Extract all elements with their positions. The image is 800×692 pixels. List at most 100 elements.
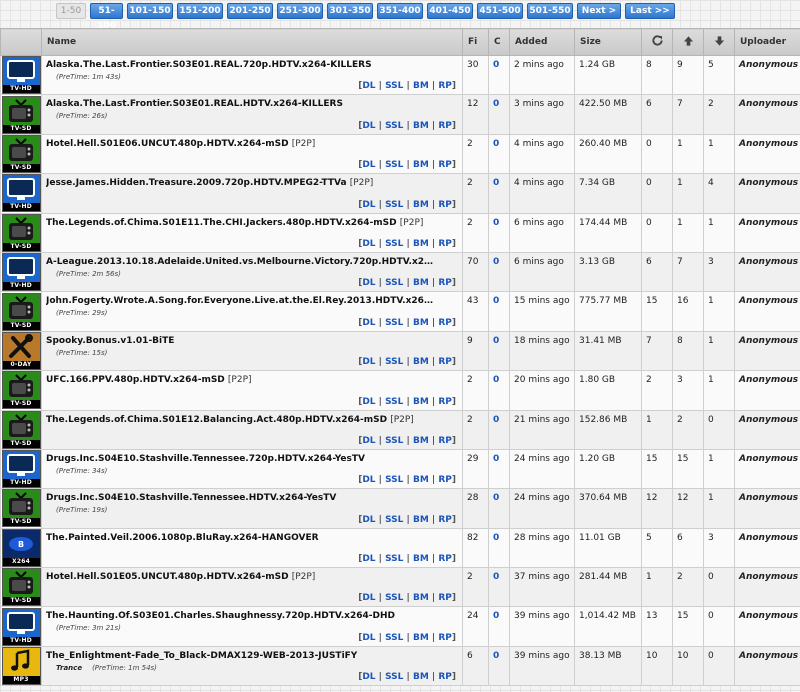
ssl-download-link[interactable]: SSL <box>385 397 403 407</box>
download-link[interactable]: DL <box>362 239 375 249</box>
download-link[interactable]: DL <box>362 436 375 446</box>
torrent-name[interactable]: UFC.166.PPV.480p.HDTV.x264-mSD <box>46 375 225 385</box>
torrent-name[interactable]: Spooky.Bonus.v1.01-BiTE <box>46 336 174 346</box>
torrent-name-link[interactable]: The.Painted.Veil.2006.1080p.BluRay.x264-… <box>46 533 436 543</box>
ssl-download-link[interactable]: SSL <box>385 515 403 525</box>
download-link[interactable]: DL <box>362 554 375 564</box>
torrent-name[interactable]: Jesse.James.Hidden.Treasure.2009.720p.HD… <box>46 178 347 188</box>
last-page-button[interactable]: Last >> <box>625 3 675 19</box>
comments-count[interactable]: 0 <box>488 488 510 529</box>
tv-sd-icon[interactable]: TV-SD <box>1 134 41 173</box>
comments-count[interactable]: 0 <box>488 370 510 411</box>
comments-count[interactable]: 0 <box>488 567 510 608</box>
report-link[interactable]: RP <box>438 81 452 91</box>
name-column-header[interactable]: Name <box>41 28 463 56</box>
comments-count[interactable]: 0 <box>488 409 510 450</box>
ssl-download-link[interactable]: SSL <box>385 239 403 249</box>
bookmark-link[interactable]: BM <box>413 278 429 288</box>
comments-count[interactable]: 0 <box>488 212 510 253</box>
report-link[interactable]: RP <box>438 436 452 446</box>
files-count[interactable]: 6 <box>462 645 489 687</box>
ssl-download-link[interactable]: SSL <box>385 318 403 328</box>
tv-sd-icon[interactable]: TV-SD <box>1 95 41 134</box>
report-link[interactable]: RP <box>438 318 452 328</box>
files-count[interactable]: 2 <box>462 370 489 411</box>
bookmark-link[interactable]: BM <box>413 397 429 407</box>
comments-count[interactable]: 0 <box>488 645 510 687</box>
tv-hd-icon[interactable]: TV-HD <box>1 253 41 292</box>
files-count[interactable]: 9 <box>462 330 489 372</box>
files-count[interactable]: 2 <box>462 567 489 608</box>
bookmark-link[interactable]: BM <box>413 515 429 525</box>
report-link[interactable]: RP <box>438 397 452 407</box>
files-count[interactable]: 24 <box>462 606 489 647</box>
torrent-name[interactable]: The.Legends.of.Chima.S01E11.The.CHI.Jack… <box>46 218 397 228</box>
report-link[interactable]: RP <box>438 475 452 485</box>
bookmark-link[interactable]: BM <box>413 672 429 682</box>
page-link-401-450[interactable]: 401-450 <box>427 3 473 19</box>
files-column-header[interactable]: Fi <box>462 28 489 56</box>
bookmark-link[interactable]: BM <box>413 121 429 131</box>
bluray-icon[interactable]: B X264 <box>1 528 41 567</box>
torrent-name[interactable]: The_Enlightment-Fade_To_Black-DMAX129-WE… <box>46 651 357 661</box>
files-count[interactable]: 2 <box>462 409 489 450</box>
bookmark-link[interactable]: BM <box>413 81 429 91</box>
comments-count[interactable]: 0 <box>488 448 510 490</box>
torrent-name-link[interactable]: Spooky.Bonus.v1.01-BiTE <box>46 336 436 346</box>
ssl-download-link[interactable]: SSL <box>385 554 403 564</box>
bookmark-link[interactable]: BM <box>413 318 429 328</box>
tv-sd-icon[interactable]: TV-SD <box>1 568 41 607</box>
torrent-name[interactable]: The.Haunting.Of.S03E01.Charles.Shaughnes… <box>46 611 395 621</box>
torrent-name-link[interactable]: Drugs.Inc.S04E10.Stashville.Tennessee.72… <box>46 454 436 464</box>
comments-count[interactable]: 0 <box>488 251 510 293</box>
report-link[interactable]: RP <box>438 200 452 210</box>
files-count[interactable]: 43 <box>462 291 489 332</box>
torrent-name[interactable]: The.Painted.Veil.2006.1080p.BluRay.x264-… <box>46 533 319 543</box>
tv-hd-icon[interactable]: TV-HD <box>1 56 41 95</box>
report-link[interactable]: RP <box>438 593 452 603</box>
tv-sd-icon[interactable]: TV-SD <box>1 489 41 528</box>
seeders-column-header[interactable] <box>672 28 704 56</box>
torrent-name[interactable]: Alaska.The.Last.Frontier.S03E01.REAL.720… <box>46 60 372 70</box>
torrent-name-link[interactable]: Jesse.James.Hidden.Treasure.2009.720p.HD… <box>46 178 436 188</box>
download-link[interactable]: DL <box>362 357 375 367</box>
added-column-header[interactable]: Added <box>509 28 575 56</box>
report-link[interactable]: RP <box>438 672 452 682</box>
report-link[interactable]: RP <box>438 239 452 249</box>
files-count[interactable]: 30 <box>462 54 489 96</box>
files-count[interactable]: 2 <box>462 133 489 175</box>
report-link[interactable]: RP <box>438 278 452 288</box>
bookmark-link[interactable]: BM <box>413 593 429 603</box>
tv-sd-icon[interactable]: TV-SD <box>1 292 41 331</box>
download-link[interactable]: DL <box>362 278 375 288</box>
files-count[interactable]: 12 <box>462 94 489 135</box>
ssl-download-link[interactable]: SSL <box>385 436 403 446</box>
ssl-download-link[interactable]: SSL <box>385 593 403 603</box>
download-link[interactable]: DL <box>362 397 375 407</box>
torrent-name-link[interactable]: A-League.2013.10.18.Adelaide.United.vs.M… <box>46 257 436 267</box>
page-link-201-250[interactable]: 201-250 <box>227 3 273 19</box>
ssl-download-link[interactable]: SSL <box>385 121 403 131</box>
comments-count[interactable]: 0 <box>488 173 510 214</box>
bookmark-link[interactable]: BM <box>413 160 429 170</box>
files-count[interactable]: 70 <box>462 251 489 293</box>
ssl-download-link[interactable]: SSL <box>385 278 403 288</box>
download-link[interactable]: DL <box>362 121 375 131</box>
torrent-name-link[interactable]: UFC.166.PPV.480p.HDTV.x264-mSD [P2P] <box>46 375 436 385</box>
ssl-download-link[interactable]: SSL <box>385 81 403 91</box>
page-link-351-400[interactable]: 351-400 <box>377 3 423 19</box>
page-link-251-300[interactable]: 251-300 <box>277 3 323 19</box>
torrent-name-link[interactable]: The.Haunting.Of.S03E01.Charles.Shaughnes… <box>46 611 436 621</box>
page-link-451-500[interactable]: 451-500 <box>477 3 523 19</box>
tv-sd-icon[interactable]: TV-SD <box>1 371 41 410</box>
page-link-151-200[interactable]: 151-200 <box>177 3 223 19</box>
download-link[interactable]: DL <box>362 81 375 91</box>
download-link[interactable]: DL <box>362 633 375 643</box>
report-link[interactable]: RP <box>438 633 452 643</box>
download-link[interactable]: DL <box>362 515 375 525</box>
download-link[interactable]: DL <box>362 672 375 682</box>
bookmark-link[interactable]: BM <box>413 633 429 643</box>
ssl-download-link[interactable]: SSL <box>385 200 403 210</box>
report-link[interactable]: RP <box>438 121 452 131</box>
files-count[interactable]: 2 <box>462 212 489 253</box>
